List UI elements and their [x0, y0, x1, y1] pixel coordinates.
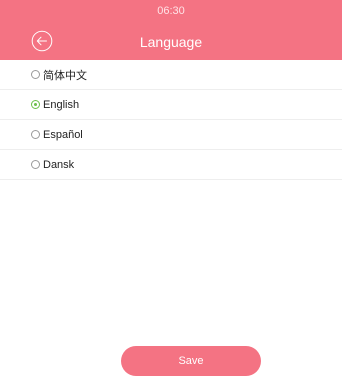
language-label: Dansk	[43, 158, 75, 171]
language-option-chinese[interactable]: 简体中文	[0, 60, 342, 90]
language-label: Español	[43, 128, 83, 141]
radio-button[interactable]	[31, 130, 40, 139]
status-time: 06:30	[157, 5, 185, 17]
page-title: Language	[139, 34, 203, 50]
language-label: 简体中文	[43, 69, 87, 82]
header-bar: 06:30 Language	[0, 0, 342, 60]
radio-dot	[34, 73, 37, 76]
radio-dot	[34, 133, 37, 136]
radio-dot	[34, 103, 37, 106]
language-list: 简体中文 English Español Dansk	[0, 60, 342, 180]
radio-dot	[34, 163, 37, 166]
language-option-english[interactable]: English	[0, 90, 342, 120]
save-button[interactable]: Save	[121, 346, 261, 376]
radio-button[interactable]	[31, 70, 40, 79]
language-option-spanish[interactable]: Español	[0, 120, 342, 150]
radio-button[interactable]	[31, 100, 40, 109]
language-label: English	[43, 98, 80, 111]
language-option-danish[interactable]: Dansk	[0, 150, 342, 180]
radio-button[interactable]	[31, 160, 40, 169]
